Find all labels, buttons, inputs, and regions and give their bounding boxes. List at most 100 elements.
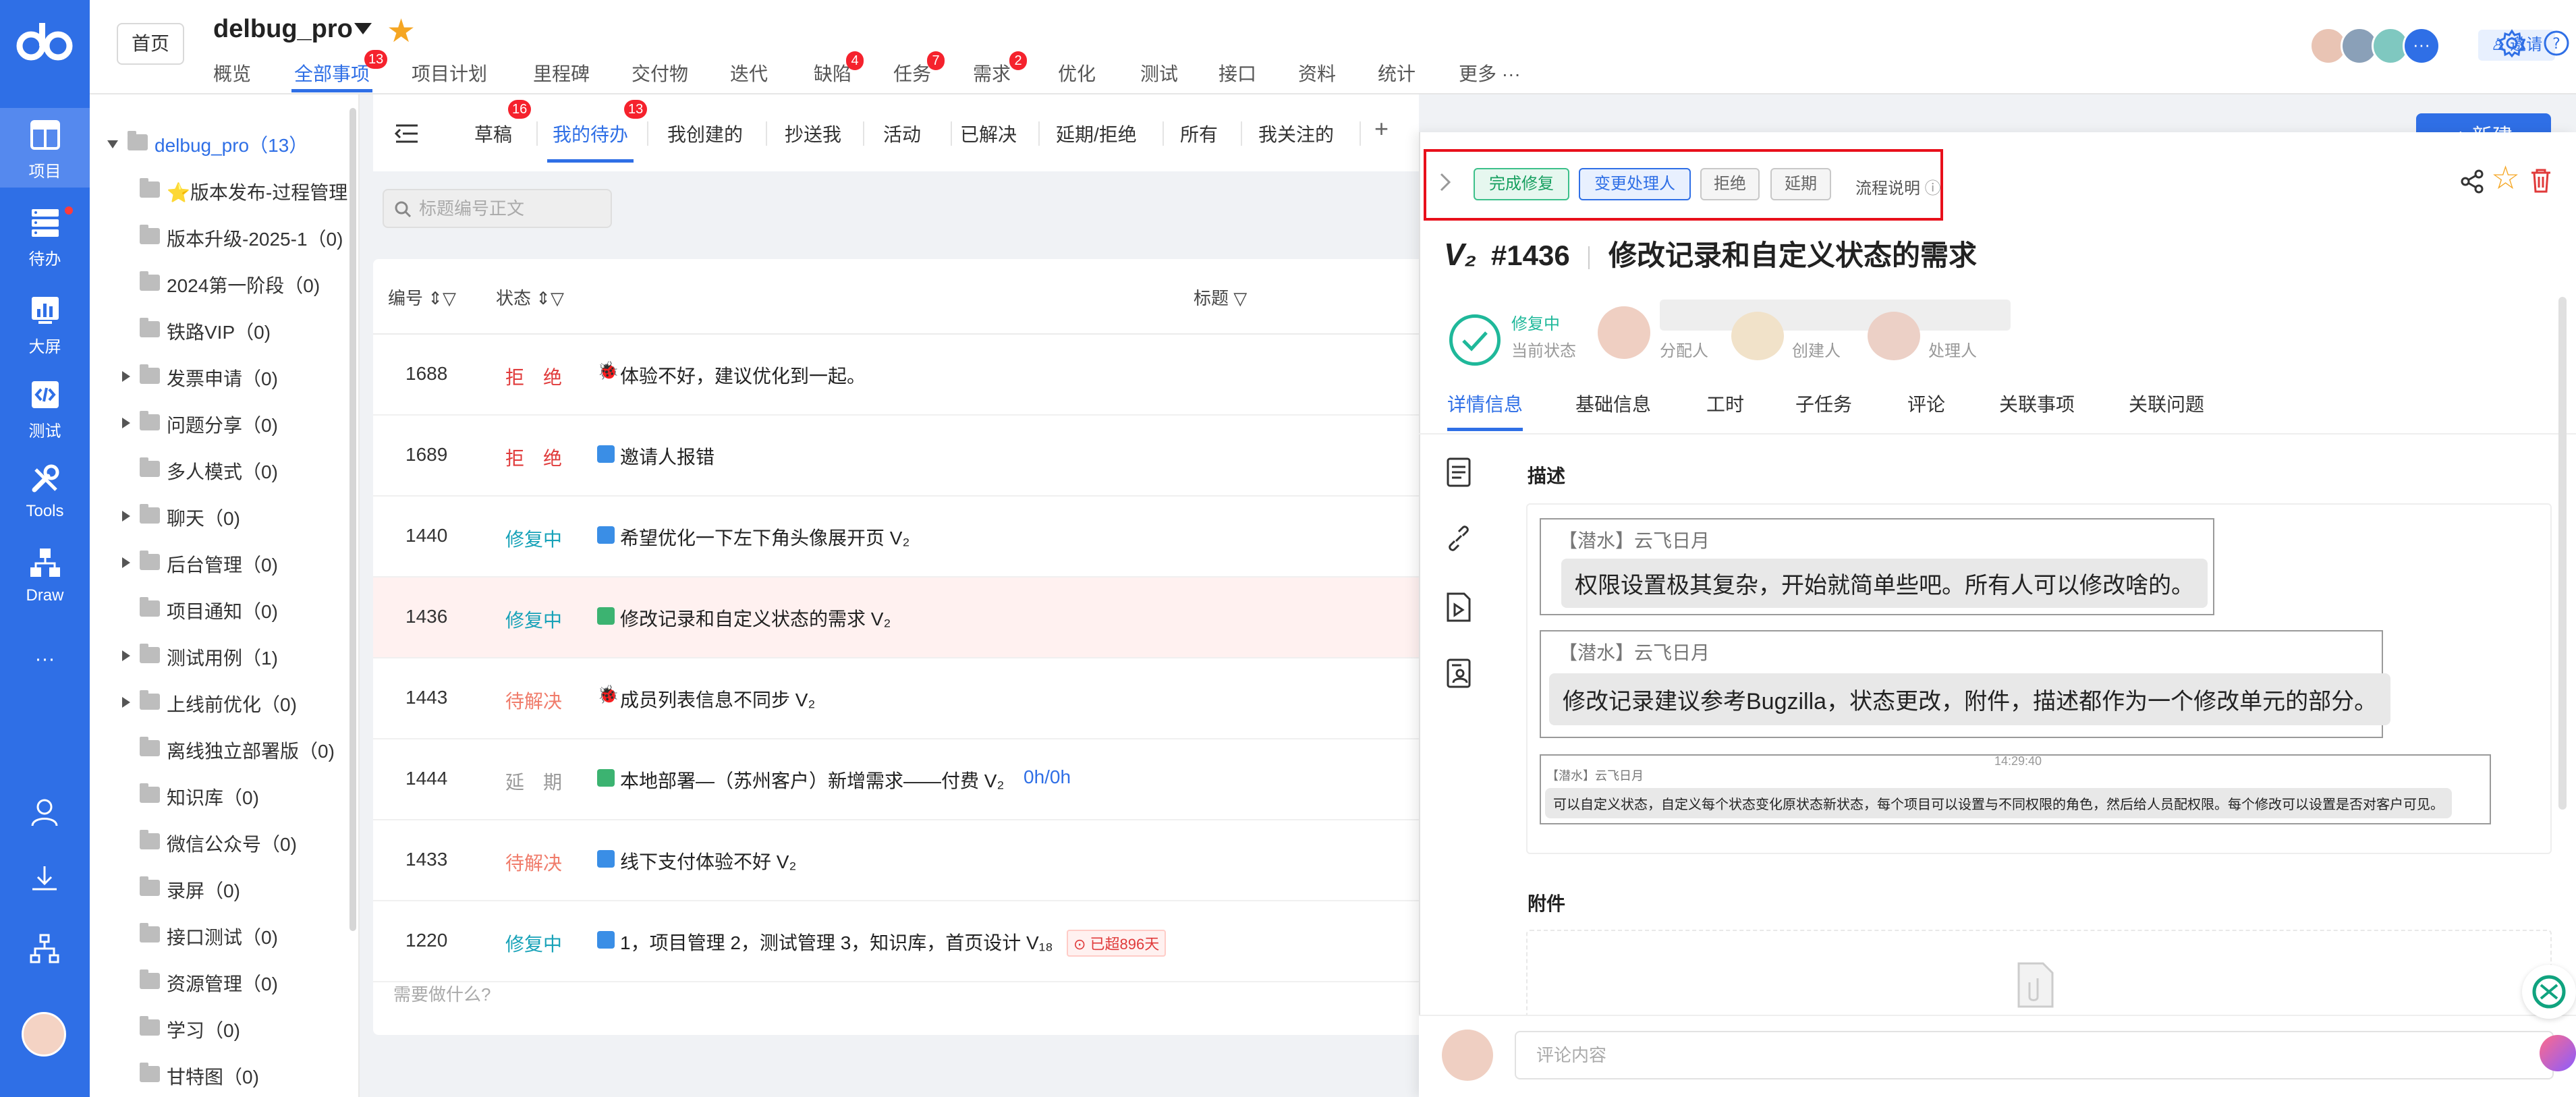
tree-item[interactable]: 离线独立部署版（0) [90, 729, 346, 770]
user-doc-icon[interactable] [1444, 657, 1474, 690]
chevron-down-icon[interactable] [354, 23, 372, 34]
nav-item-tools[interactable]: Tools [0, 452, 90, 532]
reject-button[interactable]: 拒绝 [1700, 168, 1760, 200]
add-tab-button[interactable]: + [1374, 115, 1389, 143]
tree-item[interactable]: 铁路VIP（0) [90, 310, 346, 351]
tree-item[interactable]: ⭐版本发布-过程管理 [90, 170, 347, 212]
col-title[interactable]: 标题 ▽ [1194, 285, 1247, 310]
subtab-resolved[interactable]: 已解决 [960, 120, 1017, 147]
avatar[interactable] [1598, 306, 1650, 359]
tab-plan[interactable]: 项目计划 [412, 59, 487, 86]
tab-iteration[interactable]: 迭代 [730, 59, 768, 86]
delay-button[interactable]: 延期 [1770, 168, 1831, 200]
user-icon[interactable] [27, 795, 62, 830]
gear-icon[interactable] [2497, 28, 2527, 58]
nav-item-draw[interactable]: Draw [0, 536, 90, 616]
col-status[interactable]: 状态 ⇕▽ [496, 285, 564, 310]
avatar[interactable] [22, 1012, 66, 1057]
reassign-button[interactable]: 变更处理人 [1579, 168, 1691, 200]
tree-item[interactable]: 接口测试（0) [90, 915, 346, 957]
tab-more[interactable]: 更多 ··· [1459, 59, 1521, 86]
add-task-hint[interactable]: 需要做什么? [393, 981, 491, 1006]
table-row[interactable]: 1220 修复中 1，项目管理 2，测试管理 3，知识库，首页设计 V₁₈ ⊙ … [373, 901, 1419, 982]
tab-deliverable[interactable]: 交付物 [632, 59, 688, 86]
brain-icon[interactable] [2540, 1035, 2576, 1071]
tab-test[interactable]: 测试 [1140, 59, 1178, 86]
detail-scrollbar[interactable] [2558, 297, 2567, 810]
document-icon[interactable] [1444, 456, 1474, 488]
tree-item[interactable]: 项目通知（0) [90, 589, 346, 631]
avatar[interactable] [1731, 312, 1784, 360]
tab-overview[interactable]: 概览 [213, 59, 251, 86]
star-icon[interactable]: ★ [387, 12, 416, 50]
col-id[interactable]: 编号 ⇕▽ [388, 285, 456, 310]
tab-linked-items[interactable]: 关联事项 [1999, 390, 2075, 417]
nav-item-todo[interactable]: 待办 [0, 196, 90, 275]
table-row[interactable]: 1440 修复中 希望优化一下左下角头像展开页 V₂ [373, 497, 1419, 578]
tree-item[interactable]: 问题分享（0) [90, 403, 346, 445]
subtab-following[interactable]: 我关注的 [1258, 120, 1334, 147]
avatar[interactable] [1868, 312, 1920, 360]
share-icon[interactable] [2460, 169, 2486, 194]
tab-requirement[interactable]: 需求 2 [973, 51, 1027, 86]
subtab-my-todo[interactable]: 我的待办 13 [547, 100, 648, 163]
tree-item[interactable]: 发票申请（0) [90, 356, 346, 398]
nav-item-test[interactable]: 测试 [0, 368, 90, 447]
help-icon[interactable]: ? [2542, 28, 2571, 58]
nav-item-more[interactable]: ··· [0, 648, 90, 681]
tab-milestone[interactable]: 里程碑 [533, 59, 590, 86]
tab-stats[interactable]: 统计 [1378, 59, 1416, 86]
table-row[interactable]: 1444 延 期 本地部署—（苏州客户）新增需求——付费 V₂ 0h/0h [373, 739, 1419, 820]
tree-item[interactable]: 版本升级-2025-1（0) [90, 217, 346, 258]
app-logo-icon[interactable] [15, 19, 74, 66]
tab-all-items[interactable]: 全部事项 13 [291, 50, 388, 92]
tree-root[interactable]: delbug_pro（13） [90, 123, 346, 165]
tree-item[interactable]: 知识库（0) [90, 775, 346, 817]
subtab-delay-reject[interactable]: 延期/拒绝 [1056, 120, 1137, 147]
favorite-star-icon[interactable]: ☆ [2491, 159, 2520, 197]
tab-linked-issues[interactable]: 关联问题 [2129, 390, 2204, 417]
tab-hours[interactable]: 工时 [1706, 390, 1744, 417]
tree-scrollbar[interactable] [349, 108, 356, 931]
tab-basic-info[interactable]: 基础信息 [1575, 390, 1651, 417]
tree-item[interactable]: 上线前优化（0) [90, 682, 346, 724]
link-icon[interactable] [1444, 524, 1474, 553]
comment-input[interactable]: 评论内容 [1515, 1031, 2554, 1079]
tree-item[interactable]: 录屏（0) [90, 868, 346, 910]
delete-icon[interactable] [2529, 167, 2553, 194]
tab-subtasks[interactable]: 子任务 [1795, 390, 1852, 417]
subtab-activity[interactable]: 活动 [883, 120, 921, 147]
video-file-icon[interactable] [1444, 591, 1474, 623]
tab-defect[interactable]: 缺陷 4 [814, 51, 864, 86]
tab-details[interactable]: 详情信息 [1447, 390, 1523, 431]
tree-item[interactable]: 聊天（0) [90, 496, 346, 538]
tree-item[interactable]: 测试用例（1) [90, 636, 346, 677]
project-title[interactable]: delbug_pro [213, 15, 353, 44]
tree-item[interactable]: 微信公众号（0) [90, 822, 346, 864]
tab-api[interactable]: 接口 [1219, 59, 1256, 86]
tab-docs[interactable]: 资料 [1298, 59, 1336, 86]
subtab-created[interactable]: 我创建的 [667, 120, 743, 147]
table-row[interactable]: 1436 修复中 修改记录和自定义状态的需求 V₂ [373, 578, 1419, 658]
tree-item[interactable]: 资源管理（0) [90, 961, 346, 1003]
ai-assistant-button[interactable] [2522, 965, 2576, 1019]
download-icon[interactable] [27, 862, 62, 897]
tab-task[interactable]: 任务 7 [893, 51, 945, 86]
collapse-sidebar-icon[interactable] [393, 121, 420, 146]
tree-item[interactable]: 2024第一阶段（0) [90, 263, 346, 305]
nav-item-screen[interactable]: 大屏 [0, 283, 90, 363]
home-button[interactable]: 首页 [117, 23, 184, 65]
subtab-all[interactable]: 所有 [1180, 120, 1218, 147]
tree-item[interactable]: 后台管理（0) [90, 542, 346, 584]
org-icon[interactable] [27, 931, 62, 966]
subtab-draft[interactable]: 草稿 16 [474, 100, 532, 147]
table-row[interactable]: 1689 拒 绝 邀请人报错 [373, 416, 1419, 497]
tree-item[interactable]: 学习（0) [90, 1008, 346, 1050]
current-status[interactable]: 修复中 [1511, 310, 1560, 334]
tab-comments[interactable]: 评论 [1907, 390, 1945, 417]
nav-item-project[interactable]: 项目 [0, 108, 90, 188]
tree-item[interactable]: 多人模式（0) [90, 449, 346, 491]
table-row[interactable]: 1433 待解决 线下支付体验不好 V₂ [373, 820, 1419, 901]
table-row[interactable]: 1443 待解决 🐞 成员列表信息不同步 V₂ [373, 658, 1419, 739]
search-input[interactable]: 标题编号正文 [383, 189, 612, 228]
